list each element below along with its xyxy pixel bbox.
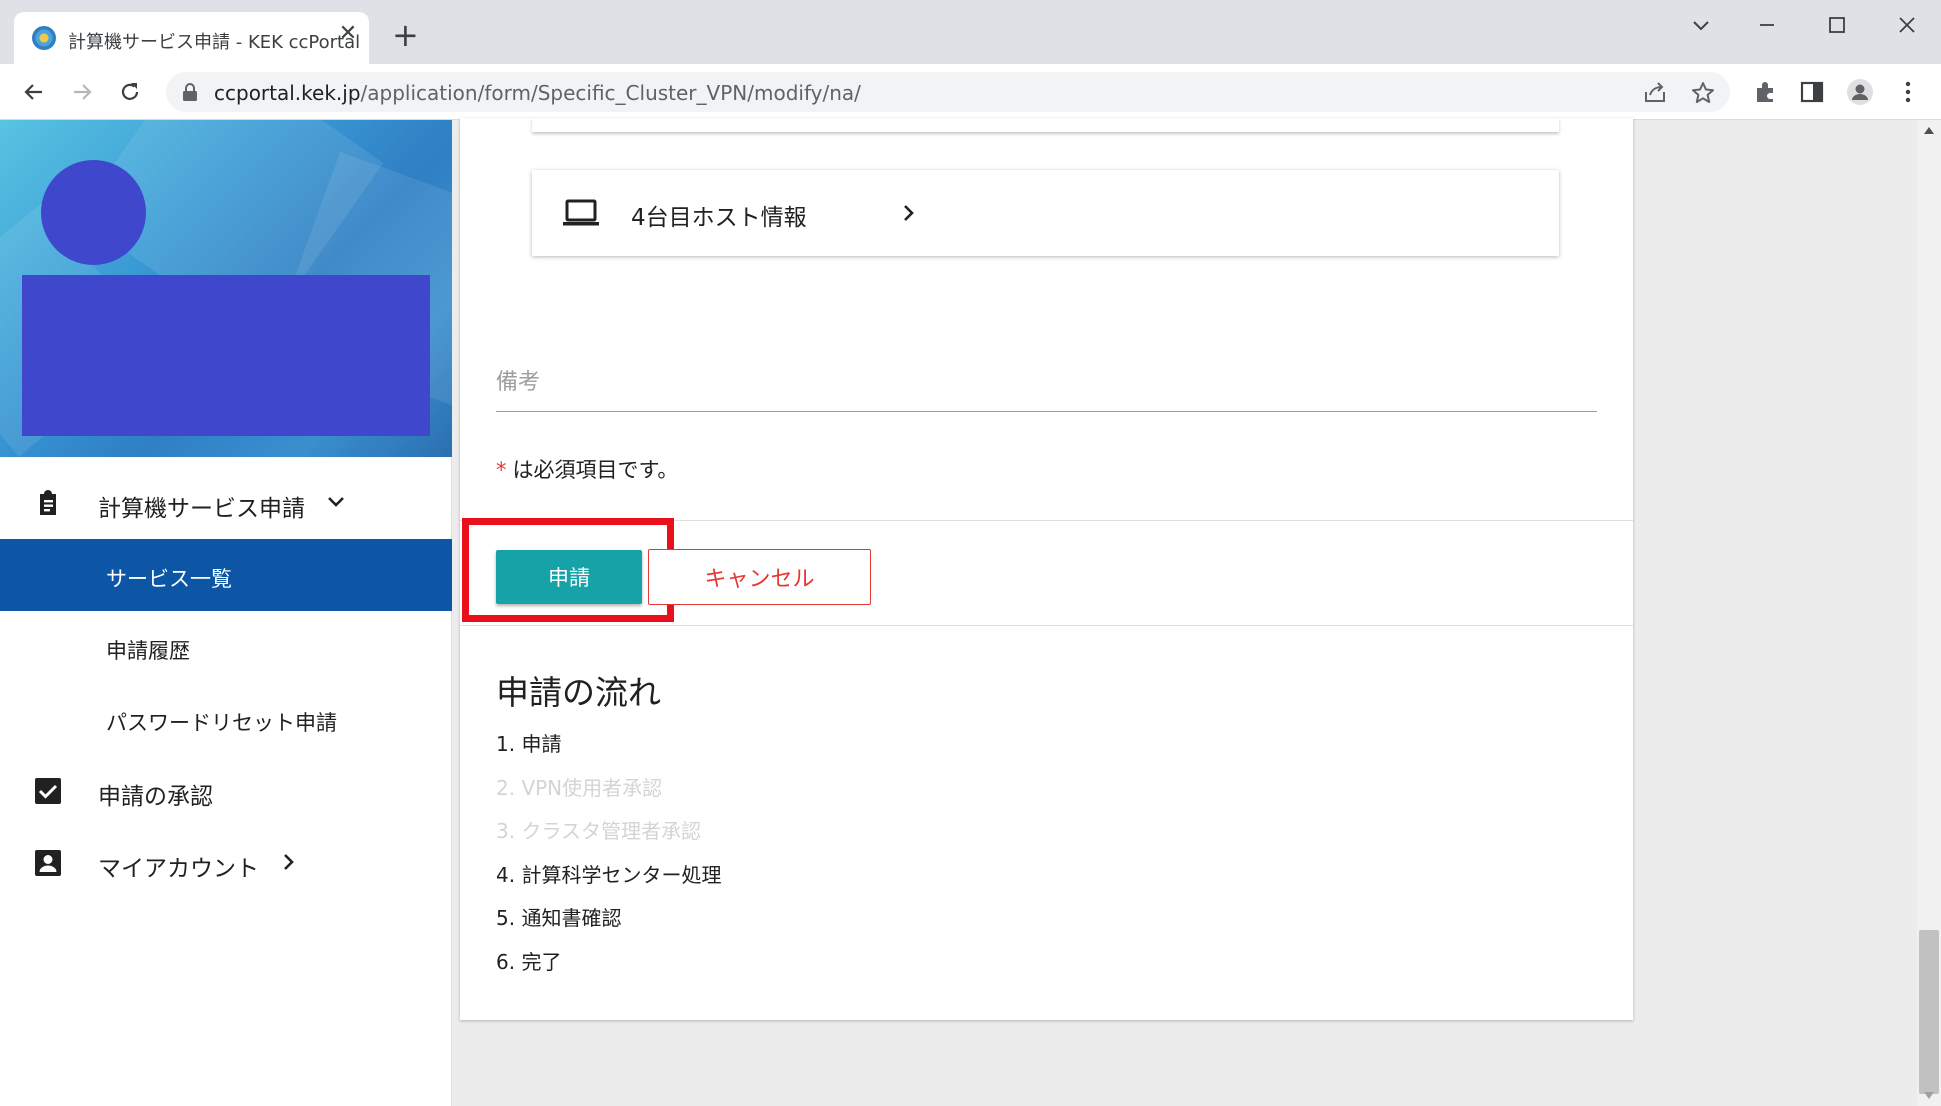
divider (460, 625, 1633, 626)
sidebar-item-approval[interactable]: 申請の承認 (0, 755, 452, 827)
sidebar-item-label: マイアカウント (98, 856, 259, 882)
remarks-underline (496, 411, 1597, 412)
chevron-right-icon (284, 854, 294, 870)
profile-avatar-icon[interactable] (1846, 78, 1874, 106)
url-text[interactable]: ccportal.kek.jp/application/form/Specifi… (214, 81, 861, 105)
flow-step: 1. 申請 (496, 732, 562, 756)
extensions-puzzle-icon[interactable] (1752, 78, 1780, 106)
flow-step: 4. 計算科学センター処理 (496, 862, 722, 887)
flow-step: 5. 通知書確認 (496, 906, 622, 930)
sidebar-item-label: サービス一覧 (106, 567, 232, 591)
lock-icon[interactable] (182, 83, 198, 101)
flow-step: 6. 完了 (496, 949, 562, 974)
flow-step: 3. クラスタ管理者承認 (496, 819, 702, 843)
close-window-icon[interactable] (1892, 10, 1922, 40)
close-tab-icon[interactable]: ✕ (336, 22, 360, 46)
sidebar-header (0, 120, 452, 457)
sidebar-item-service-list[interactable]: サービス一覧 (0, 539, 452, 611)
sidebar-item-service-application[interactable]: 計算機サービス申請 (0, 467, 452, 539)
reload-icon[interactable] (116, 78, 144, 106)
browser-menu-icon[interactable] (1894, 78, 1922, 106)
address-bar[interactable]: ccportal.kek.jp/application/form/Specifi… (166, 72, 1730, 112)
page-scrollbar[interactable] (1917, 120, 1941, 1106)
avatar (41, 160, 146, 265)
flow-title: 申請の流れ (496, 673, 661, 712)
host-info-card-4[interactable]: 4台目ホスト情報 (532, 170, 1559, 256)
flow-steps-list: 1. 申請 2. VPN使用者承認 3. クラスタ管理者承認 4. 計算科学セン… (496, 728, 721, 989)
page: 計算機サービス申請 サービス一覧 申請履歴 パスワードリセット申請 申請の承認 … (0, 118, 1941, 1106)
side-panel-icon[interactable] (1798, 78, 1826, 106)
sidebar-item-my-account[interactable]: マイアカウント (0, 827, 452, 899)
tab-strip: 計算機サービス申請 - KEK ccPortal ✕ + (0, 0, 1941, 64)
chevron-down-icon (328, 497, 344, 507)
checkbox-checked-icon (35, 778, 61, 804)
maximize-icon[interactable] (1822, 10, 1852, 40)
sidebar-item-label: 計算機サービス申請 (98, 496, 305, 522)
site-favicon-icon (32, 26, 56, 50)
new-tab-icon[interactable]: + (392, 19, 419, 51)
host-info-label: 4台目ホスト情報 (631, 205, 807, 231)
remarks-field[interactable]: 備考 (496, 364, 540, 396)
browser-toolbar: ccportal.kek.jp/application/form/Specifi… (0, 64, 1941, 120)
required-note: * は必須項目です。 (496, 454, 678, 484)
minimize-icon[interactable] (1752, 10, 1782, 40)
back-arrow-icon[interactable] (20, 78, 48, 106)
required-note-text: は必須項目です。 (512, 458, 679, 482)
redacted-profile-info (22, 275, 430, 436)
clipboard-icon (40, 490, 56, 515)
sidebar: 計算機サービス申請 サービス一覧 申請履歴 パスワードリセット申請 申請の承認 … (0, 120, 452, 1106)
scrollbar-thumb[interactable] (1919, 930, 1939, 1094)
laptop-icon (563, 199, 599, 226)
forward-arrow-icon[interactable] (68, 78, 96, 106)
required-star: * (496, 458, 507, 482)
url-host: ccportal.kek.jp (214, 81, 361, 105)
sidebar-item-label: 申請履歴 (106, 639, 190, 663)
sidebar-item-label: パスワードリセット申請 (106, 711, 337, 735)
application-form-card: 4台目ホスト情報 備考 * は必須項目です。 申請 キャンセル 申請の流れ 1. … (460, 118, 1633, 1020)
host-info-card-previous[interactable] (532, 118, 1559, 132)
scroll-down-arrow-icon[interactable] (1924, 1092, 1934, 1100)
sidebar-item-label: 申請の承認 (98, 784, 213, 810)
sidebar-item-password-reset[interactable]: パスワードリセット申請 (0, 683, 452, 755)
submit-button[interactable]: 申請 (496, 550, 642, 604)
flow-step: 2. VPN使用者承認 (496, 775, 663, 800)
cancel-button[interactable]: キャンセル (648, 549, 871, 605)
tab-title: 計算機サービス申請 - KEK ccPortal (68, 32, 361, 53)
url-path: /application/form/Specific_Cluster_VPN/m… (360, 81, 861, 105)
tab-search-icon[interactable] (1686, 10, 1716, 40)
bookmark-star-icon[interactable] (1690, 80, 1716, 106)
account-box-icon (35, 850, 61, 876)
scroll-up-arrow-icon[interactable] (1924, 126, 1934, 134)
share-icon[interactable] (1642, 80, 1668, 106)
browser-tab[interactable]: 計算機サービス申請 - KEK ccPortal ✕ (14, 12, 369, 64)
chevron-right-icon (904, 205, 914, 221)
sidebar-item-application-history[interactable]: 申請履歴 (0, 611, 452, 683)
